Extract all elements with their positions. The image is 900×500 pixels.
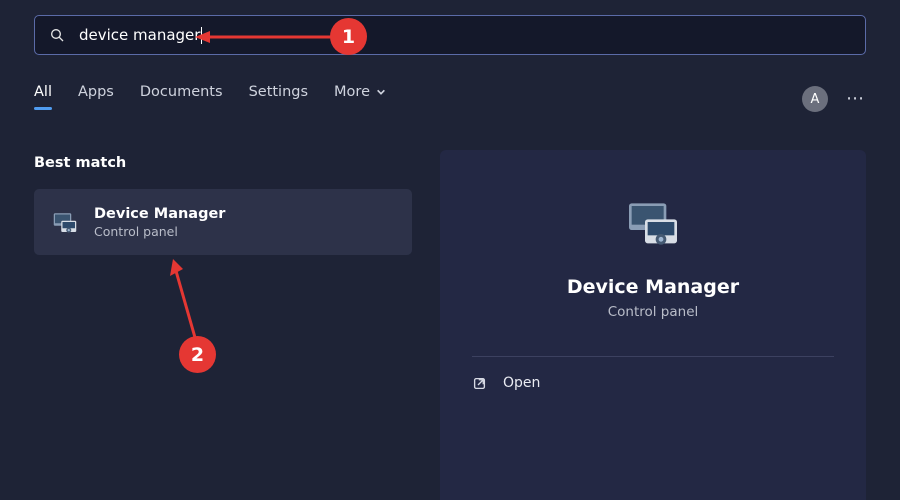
best-match-heading: Best match [34, 155, 126, 171]
result-title: Device Manager [94, 206, 225, 222]
annotation-badge-2: 2 [179, 336, 216, 373]
tab-settings[interactable]: Settings [249, 84, 308, 110]
text-cursor [201, 27, 202, 44]
tab-apps[interactable]: Apps [78, 84, 114, 110]
result-subtitle: Control panel [94, 224, 225, 239]
annotation-arrow-2 [170, 259, 210, 349]
tab-more[interactable]: More [334, 84, 386, 110]
search-icon [49, 27, 65, 43]
tab-all[interactable]: All [34, 84, 52, 110]
device-manager-icon-large [621, 190, 685, 254]
result-device-manager[interactable]: Device Manager Control panel [34, 189, 412, 255]
tab-documents[interactable]: Documents [140, 84, 223, 110]
tab-more-label: More [334, 84, 370, 100]
header-right: A ⋯ [802, 86, 866, 112]
result-text: Device Manager Control panel [94, 206, 225, 239]
details-title: Device Manager [567, 276, 739, 298]
user-avatar[interactable]: A [802, 86, 828, 112]
search-bar[interactable]: device manager [34, 15, 866, 55]
details-subtitle: Control panel [608, 304, 699, 320]
chevron-down-icon [376, 87, 386, 97]
open-action[interactable]: Open [466, 357, 840, 409]
device-manager-icon [50, 207, 80, 237]
details-pane: Device Manager Control panel Open [440, 150, 866, 500]
open-icon [472, 376, 487, 391]
open-action-label: Open [503, 375, 540, 391]
filter-tabs: All Apps Documents Settings More [34, 84, 386, 110]
search-input-text: device manager [79, 26, 202, 44]
more-options-button[interactable]: ⋯ [846, 90, 866, 108]
